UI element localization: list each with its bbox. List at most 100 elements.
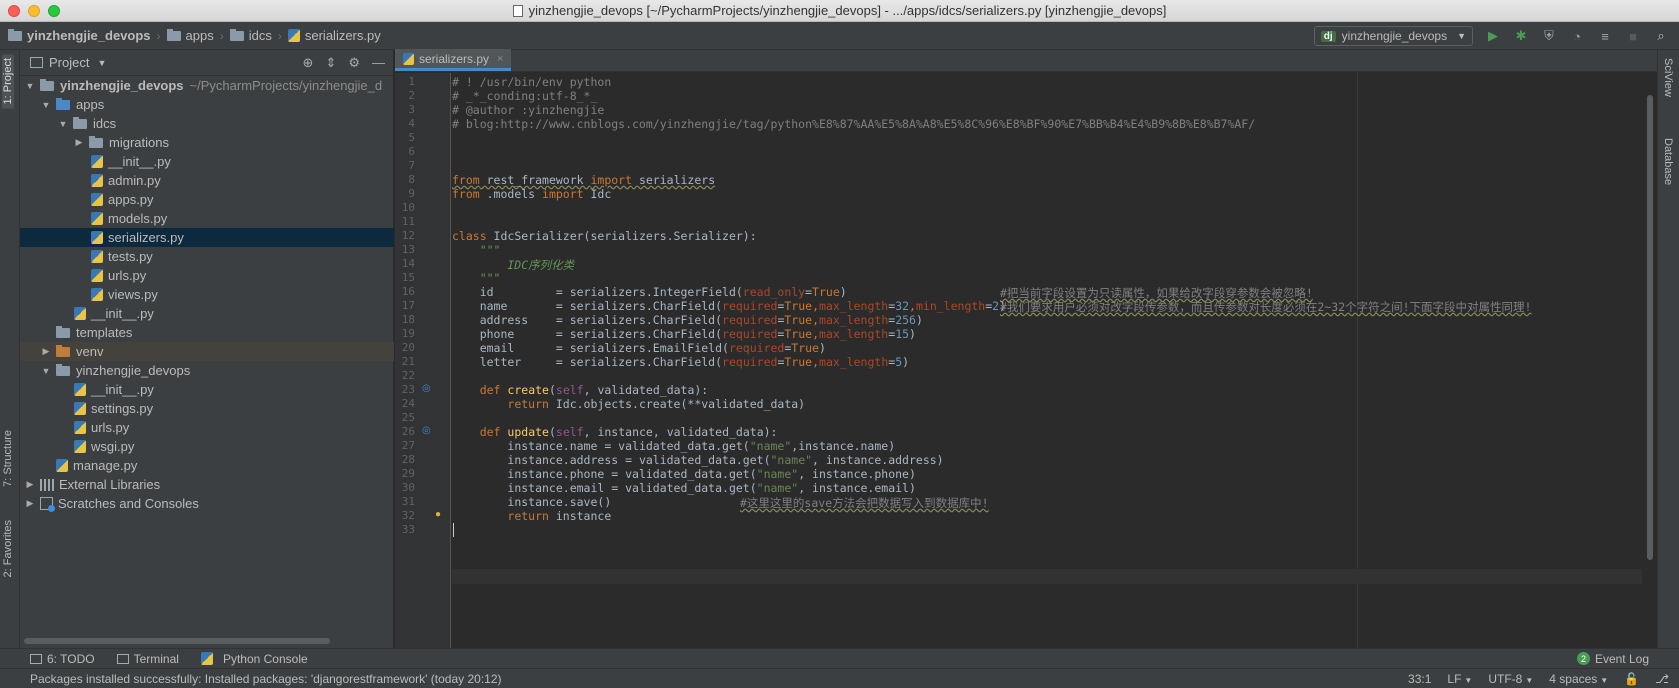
maximize-window-button[interactable] [48,5,60,17]
tree-node-label: External Libraries [59,477,161,492]
code-line: email = serializers.EmailField(required=… [452,341,826,355]
breadcrumb-separator: › [219,28,224,43]
tree-node-apps[interactable]: ▼ apps [20,95,394,114]
code-text: address [452,313,529,327]
debug-icon[interactable]: ✱ [1513,28,1529,44]
tree-node-file[interactable]: __init__.py [20,380,394,399]
run-configuration-select[interactable]: dj yinzhengjie_devops ▼ [1313,26,1473,46]
encoding-label: UTF-8 [1488,671,1523,686]
vertical-scrollbar[interactable] [1647,95,1653,560]
chevron-right-icon: ▶ [26,479,34,489]
chevron-right-icon: ▶ [75,137,83,147]
python-console-tool-button[interactable]: Python Console [200,652,308,666]
tree-node-idcs[interactable]: ▼ idcs [20,114,394,133]
tree-node-file[interactable]: manage.py [20,456,394,475]
tree-node-file[interactable]: models.py [20,209,394,228]
event-log-button[interactable]: 2 Event Log [1576,652,1649,666]
tree-node-file[interactable]: urls.py [20,266,394,285]
tree-node-external-libraries[interactable]: ▶ External Libraries [20,475,394,494]
tree-node-file[interactable]: __init__.py [20,304,394,323]
tree-node-migrations[interactable]: ▶ migrations [20,133,394,152]
param: min_length [915,299,986,313]
breadcrumb-idcs[interactable]: idcs [229,28,272,43]
tree-node-file[interactable]: tests.py [20,247,394,266]
indent-widget[interactable]: 4 spaces ▼ [1549,672,1608,686]
search-icon[interactable]: ⌕ [1653,28,1669,44]
status-message[interactable]: Packages installed successfully: Install… [30,672,502,686]
code-comment: #把当前字段设置为只读属性，如果给改字段穿参数会被忽略! [1000,286,1313,300]
line-number: 10 [401,201,415,214]
code-line: return Idc.objects.create(**validated_da… [452,397,805,412]
code-line: id = serializers.IntegerField(read_only=… [452,285,847,300]
line-number: 28 [401,453,415,466]
tree-node-label: settings.py [91,401,154,416]
close-icon[interactable]: × [497,53,503,65]
collapse-icon[interactable]: ⇕ [325,55,336,71]
code-area[interactable]: # ! /usr/bin/env python # _*_conding:utf… [452,73,1642,648]
chevron-down-icon: ▼ [1600,675,1609,685]
tab-serializers[interactable]: serializers.py × [395,49,512,71]
tree-node-root[interactable]: ▼ yinzhengjie_devops ~/PycharmProjects/yin… [20,76,394,95]
locate-icon[interactable]: ⊕ [303,55,314,71]
tab-favorites[interactable]: 2: Favorites [2,520,14,577]
lightbulb-icon[interactable]: ● [435,509,441,520]
tree-node-venv[interactable]: ▶ venv [20,342,394,361]
docstring: """ [452,243,501,257]
python-file-icon [74,402,86,415]
code-line: return instance [452,509,611,524]
editor: serializers.py × 1 2 3 4 5 6 7 8 9 10 11 12 13 14 15 16… [395,49,1657,648]
tree-node-file[interactable]: settings.py [20,399,394,418]
run-with-coverage-icon[interactable]: ⛨ [1541,28,1557,44]
tree-node-file-selected[interactable]: serializers.py [20,228,394,247]
tree-node-templates[interactable]: templates [20,323,394,342]
tab-structure[interactable]: 7: Structure [2,430,14,487]
tree-node-file[interactable]: admin.py [20,171,394,190]
tree-node-scratches[interactable]: ▶ Scratches and Consoles [20,494,394,513]
concurrency-icon[interactable]: ≡ [1597,28,1613,44]
self-keyword: self [555,383,584,397]
todo-tool-button[interactable]: 6: TODO [30,652,95,666]
minimize-window-button[interactable] [28,5,40,17]
code-text: instance.save() [507,495,612,509]
tree-node-file[interactable]: views.py [20,285,394,304]
override-marker-icon[interactable]: ◎ [422,383,431,394]
git-icon[interactable]: ⎇ [1655,672,1669,686]
param: max_length [819,355,889,369]
comment: # blog:http://www.cnblogs.com/yinzhengji… [452,117,1256,131]
terminal-tool-button[interactable]: Terminal [116,652,179,666]
close-window-button[interactable] [8,5,20,17]
scratches-icon [40,497,55,512]
python-file-icon [91,250,103,263]
caret-position[interactable]: 33:1 [1408,672,1431,686]
tree-node-file[interactable]: __init__.py [20,152,394,171]
breadcrumb-file[interactable]: serializers.py [287,28,381,43]
stop-icon[interactable]: ■ [1625,28,1641,44]
gear-icon[interactable]: ⚙ [348,55,360,71]
tree-node-file[interactable]: apps.py [20,190,394,209]
tab-project[interactable]: 1: Project [2,54,14,109]
lock-icon[interactable]: 🔓 [1624,672,1639,686]
param: max_length [819,299,889,313]
breadcrumb-project[interactable]: yinzhengjie_devops [8,28,151,43]
tree-node-file[interactable]: wsgi.py [20,437,394,456]
hide-icon[interactable]: — [372,55,385,71]
line-separator-widget[interactable]: LF ▼ [1447,672,1472,686]
override-marker-icon[interactable]: ◎ [422,425,431,436]
breadcrumb-apps[interactable]: apps [166,28,214,43]
tab-database[interactable]: Database [1662,138,1674,185]
tree-node-file[interactable]: urls.py [20,418,394,437]
code-text: email [452,341,515,355]
param: read_only [742,285,806,299]
tab-sciview[interactable]: SciView [1662,58,1674,97]
code-line: # _*_conding:utf-8_*_ [452,89,597,104]
encoding-widget[interactable]: UTF-8 ▼ [1488,672,1533,686]
keyword: True [791,341,819,355]
run-icon[interactable]: ▶ [1485,28,1501,44]
profile-icon[interactable]: ◔ [1569,28,1585,44]
horizontal-scrollbar[interactable] [24,638,330,644]
tree-node-package[interactable]: ▼ yinzhengjie_devops [20,361,394,380]
tab-project-label: 1: Project [2,58,14,105]
code-line: instance.address = validated_data.get("n… [452,453,943,468]
tree-node-label: apps.py [108,192,154,207]
breadcrumb-label: yinzhengjie_devops [27,28,151,43]
